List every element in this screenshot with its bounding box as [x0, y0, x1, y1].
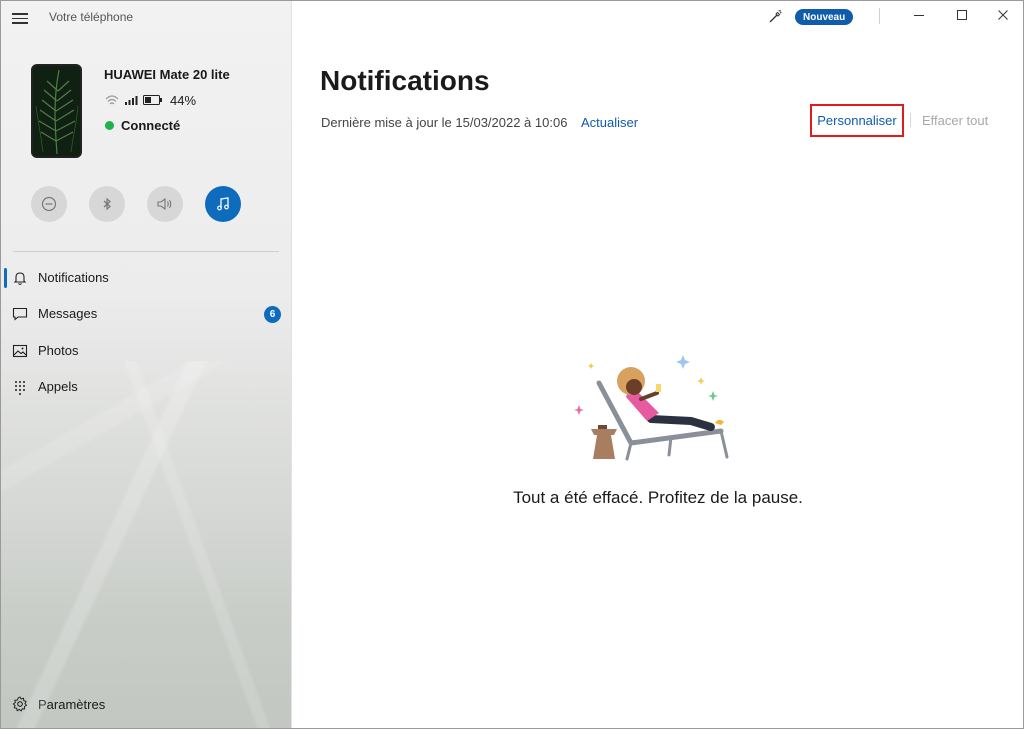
settings-label: Paramètres [38, 697, 106, 712]
nav-item-label: Notifications [38, 270, 109, 285]
new-features-badge[interactable]: Nouveau [795, 9, 854, 25]
music-note-icon [217, 197, 229, 211]
bell-icon [13, 272, 27, 285]
speaker-icon [157, 197, 172, 211]
phone-wallpaper-thumbnail [31, 64, 82, 158]
messages-count-badge: 6 [264, 306, 281, 323]
magic-wand-icon[interactable] [767, 9, 783, 25]
titlebar-divider [879, 8, 880, 24]
app-window: Votre téléphone HUAWEI Mate 20 lite 44% … [0, 0, 1024, 729]
sidebar-divider [13, 251, 279, 252]
battery-percentage: 44% [170, 92, 197, 108]
nav-item-notifications[interactable]: Notifications [1, 261, 292, 295]
gear-icon [12, 696, 28, 712]
nav-item-label: Messages [38, 306, 98, 321]
device-status-row: 44% [105, 92, 196, 108]
relaxing-person-illustration [574, 355, 729, 461]
sidebar: Votre téléphone HUAWEI Mate 20 lite 44% … [1, 1, 292, 728]
connection-status: Connecté [105, 118, 180, 133]
nav-item-settings[interactable]: Paramètres [1, 691, 292, 719]
connection-status-text: Connecté [121, 118, 181, 133]
do-not-disturb-button[interactable] [31, 186, 67, 222]
connected-dot-icon [105, 121, 114, 130]
image-icon [12, 344, 28, 358]
battery-icon [143, 95, 162, 105]
dialpad-icon [15, 381, 25, 395]
wifi-icon [105, 95, 119, 105]
nav-item-calls[interactable]: Appels [1, 370, 292, 404]
bluetooth-button[interactable] [89, 186, 125, 222]
personalize-button[interactable]: Personnaliser [810, 104, 904, 137]
device-name: HUAWEI Mate 20 lite [104, 67, 230, 82]
clear-all-button[interactable]: Effacer tout [922, 113, 988, 128]
refresh-link[interactable]: Actualiser [581, 115, 638, 130]
nav-item-photos[interactable]: Photos [1, 334, 292, 368]
minimize-icon[interactable] [911, 7, 927, 23]
page-title: Notifications [320, 65, 490, 96]
chat-icon [12, 307, 28, 321]
signal-icon [125, 96, 138, 105]
bluetooth-icon [103, 197, 111, 211]
actions-divider [910, 113, 911, 127]
nav-item-messages[interactable]: Messages 6 [1, 297, 292, 331]
nav-item-label: Appels [38, 379, 78, 394]
close-icon[interactable] [995, 7, 1011, 23]
last-update-text: Dernière mise à jour le 15/03/2022 à 10:… [321, 115, 568, 130]
music-button[interactable] [205, 186, 241, 222]
empty-state-message: Tout a été effacé. Profitez de la pause. [513, 488, 803, 507]
hamburger-menu-icon[interactable] [12, 12, 28, 24]
maximize-icon[interactable] [954, 7, 970, 23]
minus-circle-icon [41, 196, 57, 212]
nav-item-label: Photos [38, 343, 79, 358]
app-title: Votre téléphone [49, 10, 134, 24]
volume-button[interactable] [147, 186, 183, 222]
